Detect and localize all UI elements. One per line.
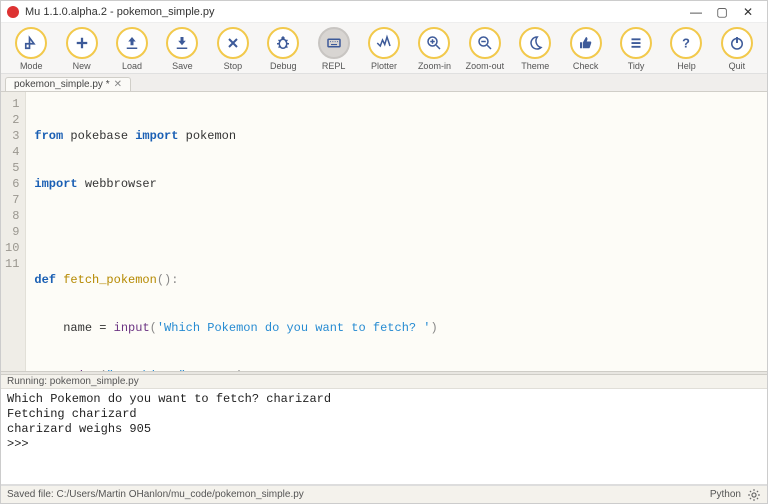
check-button[interactable]: Check <box>565 27 605 71</box>
window-title: Mu 1.1.0.alpha.2 - pokemon_simple.py <box>25 6 683 18</box>
load-button[interactable]: Load <box>112 27 152 71</box>
toolbar-label: Debug <box>270 61 297 71</box>
tidy-button[interactable]: Tidy <box>616 27 656 71</box>
code-editor[interactable]: 1234567891011 from pokebase import pokem… <box>1 92 767 371</box>
zoom-out-icon <box>476 34 494 52</box>
plotter-button[interactable]: Plotter <box>364 27 404 71</box>
zoomin-button[interactable]: Zoom-in <box>414 27 454 71</box>
console-line: Which Pokemon do you want to fetch? char… <box>7 392 761 407</box>
run-label: Running: pokemon_simple.py <box>1 375 767 389</box>
zoomout-button[interactable]: Zoom-out <box>465 27 505 71</box>
repl-console[interactable]: Which Pokemon do you want to fetch? char… <box>1 389 767 485</box>
line-gutter: 1234567891011 <box>1 92 26 371</box>
toolbar-label: Plotter <box>371 61 397 71</box>
theme-button[interactable]: Theme <box>515 27 555 71</box>
tab-close-icon[interactable]: ✕ <box>114 79 122 90</box>
toolbar-label: Check <box>573 61 599 71</box>
status-saved: Saved file: C:/Users/Martin OHanlon/mu_c… <box>7 489 304 500</box>
zoom-in-icon <box>425 34 443 52</box>
repl-button[interactable]: REPL <box>313 27 353 71</box>
toolbar-label: New <box>73 61 91 71</box>
app-icon <box>7 6 19 18</box>
minimize-button[interactable]: — <box>683 3 709 21</box>
quit-button[interactable]: Quit <box>717 27 757 71</box>
code-area[interactable]: from pokebase import pokemon import webb… <box>26 92 445 371</box>
toolbar-label: Mode <box>20 61 43 71</box>
keyboard-icon <box>325 34 343 52</box>
maximize-button[interactable]: ▢ <box>709 3 735 21</box>
plotter-icon <box>375 34 393 52</box>
svg-text:?: ? <box>683 36 691 51</box>
bug-icon <box>274 34 292 52</box>
stop-icon <box>225 35 241 51</box>
status-bar: Saved file: C:/Users/Martin OHanlon/mu_c… <box>1 485 767 503</box>
help-icon: ? <box>677 34 695 52</box>
thumb-icon <box>577 34 595 52</box>
save-button[interactable]: Save <box>162 27 202 71</box>
console-line: Fetching charizard <box>7 407 761 422</box>
save-icon <box>173 34 191 52</box>
toolbar-label: Stop <box>224 61 243 71</box>
window-titlebar: Mu 1.1.0.alpha.2 - pokemon_simple.py — ▢… <box>1 1 767 23</box>
tab-label: pokemon_simple.py * <box>14 79 110 90</box>
toolbar-label: Zoom-in <box>418 61 451 71</box>
toolbar-label: REPL <box>322 61 346 71</box>
console-line: charizard weighs 905 <box>7 422 761 437</box>
tab-bar: pokemon_simple.py * ✕ <box>1 74 767 92</box>
toolbar-label: Tidy <box>628 61 645 71</box>
toolbar-label: Save <box>172 61 193 71</box>
toolbar-label: Theme <box>521 61 549 71</box>
status-language: Python <box>710 489 741 500</box>
close-button[interactable]: ✕ <box>735 3 761 21</box>
toolbar-label: Load <box>122 61 142 71</box>
mode-icon <box>22 34 40 52</box>
moon-icon <box>526 34 544 52</box>
toolbar-label: Zoom-out <box>466 61 505 71</box>
new-button[interactable]: New <box>61 27 101 71</box>
list-icon <box>627 34 645 52</box>
plus-icon <box>73 34 91 52</box>
power-icon <box>728 34 746 52</box>
settings-button[interactable] <box>747 488 761 502</box>
debug-button[interactable]: Debug <box>263 27 303 71</box>
toolbar: Mode New Load Save Stop Debug REPL Plott… <box>1 23 767 74</box>
mode-button[interactable]: Mode <box>11 27 51 71</box>
help-button[interactable]: ? Help <box>666 27 706 71</box>
stop-button[interactable]: Stop <box>213 27 253 71</box>
toolbar-label: Quit <box>729 61 746 71</box>
console-line: >>> <box>7 437 761 452</box>
toolbar-label: Help <box>677 61 696 71</box>
file-tab[interactable]: pokemon_simple.py * ✕ <box>5 77 131 91</box>
gear-icon <box>747 488 761 502</box>
load-icon <box>123 34 141 52</box>
